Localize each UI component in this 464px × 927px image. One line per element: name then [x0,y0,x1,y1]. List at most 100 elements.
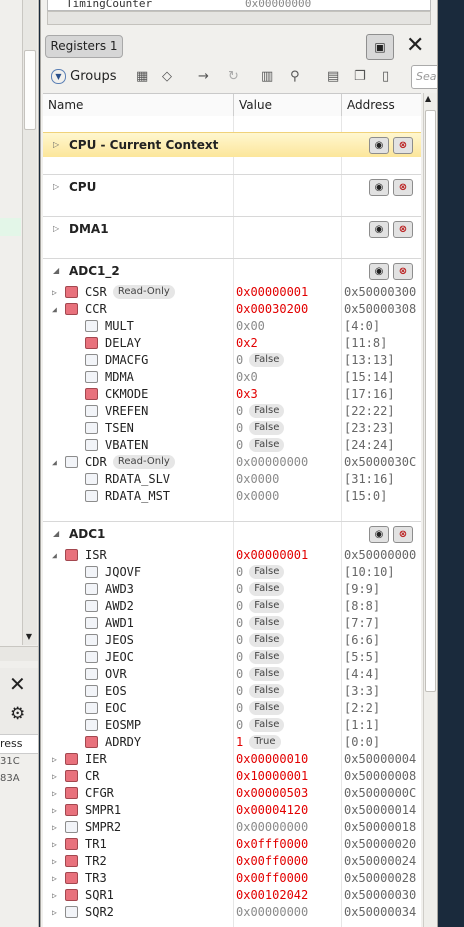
field-row[interactable]: DELAY 0x2 [11:8] [43,335,421,352]
register-value[interactable]: 0x00ff0000 [236,870,308,887]
expander-collapsed-icon[interactable]: ▷ [53,175,59,199]
register-value[interactable]: 0x00000000 [236,819,308,836]
register-row[interactable]: ▷ SQR2 0x00000000 0x50000034 [43,904,421,921]
group-view-button[interactable]: ◉ [369,526,389,543]
refresh-icon[interactable]: ↻ [228,64,239,90]
register-value[interactable]: 0x00030200 [236,301,308,318]
group-view-button[interactable]: ◉ [369,137,389,154]
group-adc1-2[interactable]: ◢ ADC1_2 ◉ ⊗ [43,258,421,283]
scroll-down-icon[interactable]: ▼ [24,632,34,644]
tree-icon[interactable]: ⚲ [290,64,300,90]
expander-collapsed-icon[interactable]: ▷ [52,284,57,301]
group-cpu-current-context[interactable]: ▷ CPU - Current Context ◉ ⊗ [43,132,421,157]
expander-collapsed-icon[interactable]: ▷ [52,904,57,921]
field-row[interactable]: CKMODE 0x3 [17:16] [43,386,421,403]
copy-icon[interactable]: ❐ [354,64,366,90]
expander-collapsed-icon[interactable]: ▷ [52,785,57,802]
background-close-icon[interactable]: ✕ [9,672,26,696]
register-row[interactable]: ▷ TR2 0x00ff0000 0x50000024 [43,853,421,870]
horizontal-scrollbar[interactable] [47,11,431,25]
field-row[interactable]: DMACFG 0 False [13:13] [43,352,421,369]
tab-registers[interactable]: Registers 1 [45,35,123,58]
register-row[interactable]: ▷ CFGR 0x00000503 0x5000000C [43,785,421,802]
group-remove-button[interactable]: ⊗ [393,179,413,196]
register-value[interactable]: 0 [236,700,243,717]
search-input[interactable]: Sea [411,65,437,89]
register-value[interactable]: 0 [236,632,243,649]
register-value[interactable]: 0x00ff0000 [236,853,308,870]
expander-collapsed-icon[interactable]: ▷ [52,853,57,870]
group-adc1[interactable]: ◢ ADC1 ◉ ⊗ [43,521,421,546]
group-view-button[interactable]: ◉ [369,263,389,280]
field-row[interactable]: VREFEN 0 False [22:22] [43,403,421,420]
field-row[interactable]: AWD1 0 False [7:7] [43,615,421,632]
field-row[interactable]: JEOS 0 False [6:6] [43,632,421,649]
register-value[interactable]: 0 [236,598,243,615]
register-value[interactable]: 0x00102042 [236,887,308,904]
document-icon[interactable]: ▯ [382,64,389,90]
register-value[interactable]: 0x00004120 [236,802,308,819]
register-value[interactable]: 0 [236,437,243,454]
register-value[interactable]: 0 [236,420,243,437]
panel-options-button[interactable]: ▣ [366,34,394,60]
expander-collapsed-icon[interactable]: ▷ [52,887,57,904]
expander-collapsed-icon[interactable]: ▷ [52,836,57,853]
group-view-button[interactable]: ◉ [369,179,389,196]
field-row[interactable]: ADRDY 1 True [0:0] [43,734,421,751]
register-value[interactable]: 0 [236,403,243,420]
field-row[interactable]: RDATA_MST 0x0000 [15:0] [43,488,421,505]
expander-collapsed-icon[interactable]: ▷ [52,870,57,887]
arrow-right-icon[interactable]: → [198,64,209,90]
register-value[interactable]: 0 [236,649,243,666]
register-value[interactable]: 0x0000 [236,471,279,488]
register-row[interactable]: ◢ CDR Read-Only 0x00000000 0x5000030C [43,454,421,471]
field-row[interactable]: AWD2 0 False [8:8] [43,598,421,615]
expander-collapsed-icon[interactable]: ▷ [52,768,57,785]
eraser-icon[interactable]: ◇ [162,64,172,90]
register-value[interactable]: 0 [236,666,243,683]
expander-expanded-icon[interactable]: ◢ [53,259,59,283]
register-value[interactable]: 0x00000001 [236,284,308,301]
register-value[interactable]: 0x00 [236,318,265,335]
expander-collapsed-icon[interactable]: ▷ [52,802,57,819]
register-value[interactable]: 0x2 [236,335,258,352]
field-row[interactable]: MDMA 0x0 [15:14] [43,369,421,386]
group-remove-button[interactable]: ⊗ [393,263,413,280]
register-value[interactable]: 0x00000503 [236,785,308,802]
grid-icon[interactable]: ▥ [261,64,273,90]
scroll-up-icon[interactable]: ▲ [425,94,431,103]
field-row[interactable]: JEOC 0 False [5:5] [43,649,421,666]
group-dma1[interactable]: ▷ DMA1 ◉ ⊗ [43,216,421,241]
register-row[interactable]: ◢ CCR 0x00030200 0x50000308 [43,301,421,318]
vertical-scroll-thumb[interactable] [425,110,436,692]
register-row[interactable]: ▷ CR 0x10000001 0x50000008 [43,768,421,785]
register-value[interactable]: 0 [236,352,243,369]
column-value[interactable]: Value [234,94,342,116]
expander-collapsed-icon[interactable]: ▷ [52,751,57,768]
expander-collapsed-icon[interactable]: ▷ [53,133,59,157]
register-value[interactable]: 0 [236,581,243,598]
chip-icon[interactable]: ▦ [136,64,148,90]
group-remove-button[interactable]: ⊗ [393,137,413,154]
field-row[interactable]: VBATEN 0 False [24:24] [43,437,421,454]
field-row[interactable]: EOSMP 0 False [1:1] [43,717,421,734]
group-view-button[interactable]: ◉ [369,221,389,238]
register-value[interactable]: 0x00000000 [236,454,308,471]
register-row[interactable]: ▷ CSR Read-Only 0x00000001 0x50000300 [43,284,421,301]
field-row[interactable]: AWD3 0 False [9:9] [43,581,421,598]
expander-expanded-icon[interactable]: ◢ [52,547,57,564]
field-row[interactable]: TSEN 0 False [23:23] [43,420,421,437]
register-value[interactable]: 0x0 [236,369,258,386]
register-value[interactable]: 0x0000 [236,488,279,505]
register-value[interactable]: 0 [236,615,243,632]
field-row[interactable]: OVR 0 False [4:4] [43,666,421,683]
expander-collapsed-icon[interactable]: ▷ [52,819,57,836]
register-value[interactable]: 0 [236,683,243,700]
export-icon[interactable]: ▤ [327,64,339,90]
register-value[interactable]: 0 [236,564,243,581]
group-cpu[interactable]: ▷ CPU ◉ ⊗ [43,174,421,199]
column-name[interactable]: Name [43,94,234,116]
register-row[interactable]: ▷ IER 0x00000010 0x50000004 [43,751,421,768]
expander-expanded-icon[interactable]: ◢ [53,522,59,546]
field-row[interactable]: MULT 0x00 [4:0] [43,318,421,335]
